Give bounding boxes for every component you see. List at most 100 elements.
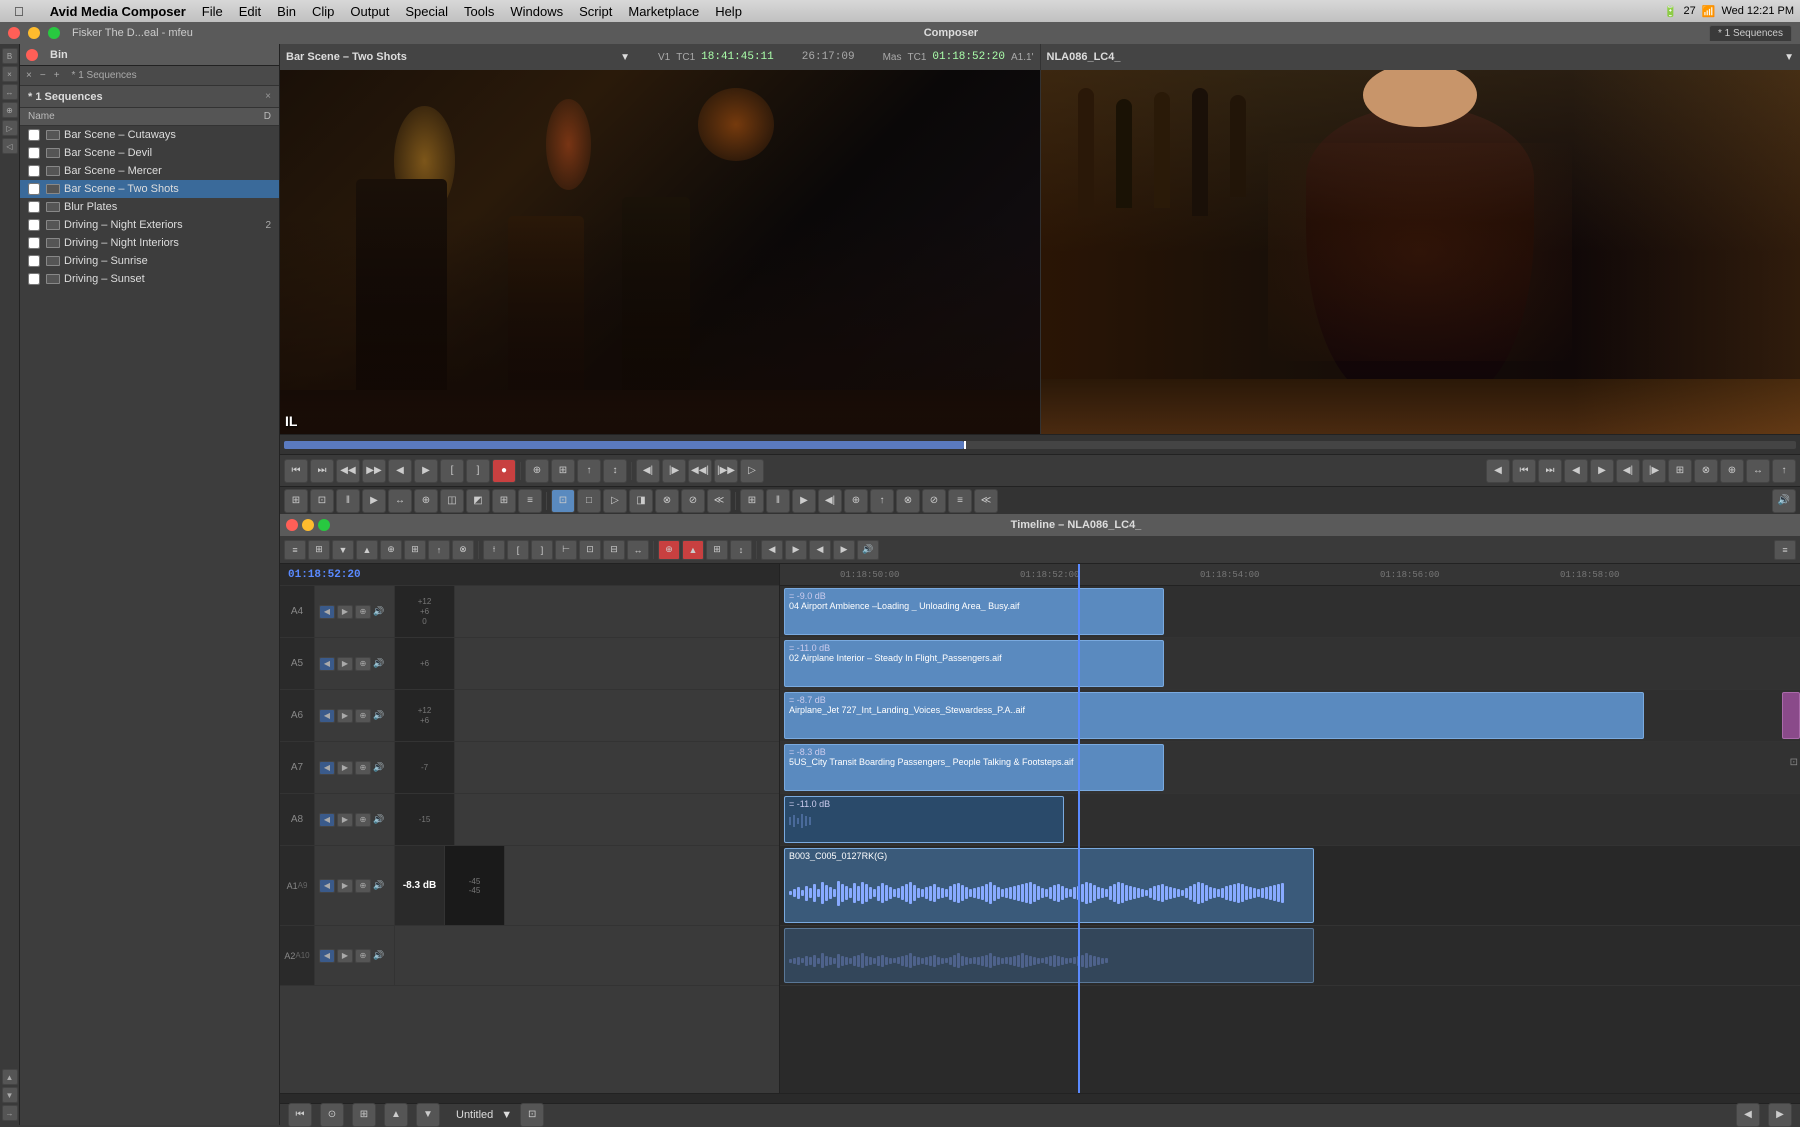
timeline-max-btn[interactable] [318, 519, 330, 531]
transport-btn-r3[interactable]: ⏭ [1538, 459, 1562, 483]
statusbar-btn-1[interactable]: ⏮ [288, 1103, 312, 1127]
statusbar-btn-2[interactable]: ⊙ [320, 1103, 344, 1127]
menu-marketplace[interactable]: Marketplace [620, 0, 707, 22]
transport-btn-r8[interactable]: ⊞ [1668, 459, 1692, 483]
transport-goto-start[interactable]: ⏮ [284, 459, 308, 483]
bin-item-checkbox-2[interactable] [28, 165, 40, 177]
clip-a6[interactable]: = -8.7 dB Airplane_Jet 727_Int_Landing_V… [784, 692, 1644, 739]
timeline-min-btn[interactable] [302, 519, 314, 531]
track-lock-a8[interactable]: ⊕ [355, 813, 371, 827]
trans2-btn-16[interactable]: ≪ [707, 489, 731, 513]
track-solo-a8[interactable]: ◀ [319, 813, 335, 827]
tl-tool-out[interactable]: ] [531, 540, 553, 560]
trans2-r-btn-8[interactable]: ⊘ [922, 489, 946, 513]
bin-item-checkbox-8[interactable] [28, 273, 40, 285]
tl-tool-vol2[interactable]: ▶ [785, 540, 807, 560]
bin-item-checkbox-3[interactable] [28, 183, 40, 195]
bin-item-checkbox-7[interactable] [28, 255, 40, 267]
menu-edit[interactable]: Edit [231, 0, 269, 22]
transport-record[interactable]: ● [492, 459, 516, 483]
minimize-window-btn[interactable] [28, 27, 40, 39]
track-lock-a6[interactable]: ⊕ [355, 709, 371, 723]
trans2-monitor-btn[interactable]: ⊡ [551, 489, 575, 513]
statusbar-btn-7[interactable]: ◀ [1736, 1103, 1760, 1127]
sequences-tab[interactable]: * 1 Sequences [1709, 25, 1792, 41]
tl-tool-lift[interactable]: ↑ [428, 540, 450, 560]
transport-mark-in[interactable]: [ [440, 459, 464, 483]
transport-extract[interactable]: ↕ [603, 459, 627, 483]
menu-output[interactable]: Output [342, 0, 397, 22]
trans2-btn-3[interactable]: ‖ [336, 489, 360, 513]
bin-item-checkbox-5[interactable] [28, 219, 40, 231]
toolbar-btn-6[interactable]: ◁ [2, 138, 18, 154]
trans2-r-btn-5[interactable]: ⊕ [844, 489, 868, 513]
tl-tool-expand[interactable]: ⊞ [308, 540, 330, 560]
track-mute-a4[interactable]: ▶ [337, 605, 353, 619]
maximize-window-btn[interactable] [48, 27, 60, 39]
toolbar-btn-5[interactable]: ▷ [2, 120, 18, 136]
menu-help[interactable]: Help [707, 0, 750, 22]
transport-btn-e[interactable]: ▷ [740, 459, 764, 483]
trans2-btn-10[interactable]: ≡ [518, 489, 542, 513]
trans2-btn-15[interactable]: ⊘ [681, 489, 705, 513]
transport-play-back[interactable]: ◀ [388, 459, 412, 483]
bin-item-driving-int[interactable]: Driving – Night Interiors [20, 234, 279, 252]
transport-btn-d[interactable]: |▶▶ [714, 459, 738, 483]
statusbar-btn-6[interactable]: ⊡ [520, 1103, 544, 1127]
track-solo-a5[interactable]: ◀ [319, 657, 335, 671]
trans2-r-btn-7[interactable]: ⊗ [896, 489, 920, 513]
transport-btn-r6[interactable]: ◀| [1616, 459, 1640, 483]
tl-tool-splice[interactable]: ⊕ [380, 540, 402, 560]
trans2-btn-2[interactable]: ⊡ [310, 489, 334, 513]
trans2-r-btn-4[interactable]: ◀| [818, 489, 842, 513]
transport-btn-a[interactable]: ◀| [636, 459, 660, 483]
clip-a8[interactable]: = -11.0 dB [784, 796, 1064, 843]
tl-tool-match[interactable]: ↔ [627, 540, 649, 560]
transport-btn-r10[interactable]: ⊕ [1720, 459, 1744, 483]
track-mute-a6[interactable]: ▶ [337, 709, 353, 723]
toolbar-btn-3[interactable]: ↔ [2, 84, 18, 100]
tl-tool-red-1[interactable]: ⊕ [658, 540, 680, 560]
menu-clip[interactable]: Clip [304, 0, 342, 22]
tl-tool-vol4[interactable]: ▶ [833, 540, 855, 560]
track-lock-a4[interactable]: ⊕ [355, 605, 371, 619]
bin-item-checkbox-4[interactable] [28, 201, 40, 213]
menu-windows[interactable]: Windows [502, 0, 571, 22]
tl-tool-arrow[interactable]: ▼ [332, 540, 354, 560]
tl-tool-tracks[interactable]: ≡ [284, 540, 306, 560]
trans2-btn-8[interactable]: ◩ [466, 489, 490, 513]
clip-a4[interactable]: = -9.0 dB 04 Airport Ambience –Loading _… [784, 588, 1164, 635]
tl-tool-mark-in[interactable]: ⊢ [555, 540, 577, 560]
track-mute-a5[interactable]: ▶ [337, 657, 353, 671]
bin-item-bar-twoshots[interactable]: Bar Scene – Two Shots [20, 180, 279, 198]
bin-item-bar-devil[interactable]: Bar Scene – Devil [20, 144, 279, 162]
trans2-btn-12[interactable]: ▷ [603, 489, 627, 513]
bin-btn-close[interactable]: × [26, 70, 32, 81]
track-solo-a10[interactable]: ◀ [319, 949, 335, 963]
tl-tool-up[interactable]: ▲ [356, 540, 378, 560]
timeline-scrollbar[interactable] [280, 1093, 1800, 1103]
transport-btn-r4[interactable]: ◀ [1564, 459, 1588, 483]
transport-btn-r9[interactable]: ⊗ [1694, 459, 1718, 483]
sequences-close-btn[interactable]: × [265, 91, 271, 102]
transport-btn-r5[interactable]: ▶ [1590, 459, 1614, 483]
track-lock-a10[interactable]: ⊕ [355, 949, 371, 963]
transport-step-fwd[interactable]: ▶▶ [362, 459, 386, 483]
menu-file[interactable]: File [194, 0, 231, 22]
transport-goto-end[interactable]: ⏭ [310, 459, 334, 483]
toolbar-btn-1[interactable]: B [2, 48, 18, 64]
bin-item-checkbox-6[interactable] [28, 237, 40, 249]
tl-tool-audio[interactable]: ⊞ [706, 540, 728, 560]
progress-bar-track[interactable] [284, 441, 1796, 449]
transport-lift[interactable]: ↑ [577, 459, 601, 483]
tl-tool-key[interactable]: ↕ [730, 540, 752, 560]
menu-special[interactable]: Special [397, 0, 456, 22]
trans2-r-btn-6[interactable]: ↑ [870, 489, 894, 513]
bin-item-blur-plates[interactable]: Blur Plates [20, 198, 279, 216]
trans2-btn-9[interactable]: ⊞ [492, 489, 516, 513]
tl-tool-extract[interactable]: ⊗ [452, 540, 474, 560]
transport-splice[interactable]: ⊕ [525, 459, 549, 483]
track-mute-a7[interactable]: ▶ [337, 761, 353, 775]
menu-script[interactable]: Script [571, 0, 620, 22]
trans2-btn-1[interactable]: ⊞ [284, 489, 308, 513]
